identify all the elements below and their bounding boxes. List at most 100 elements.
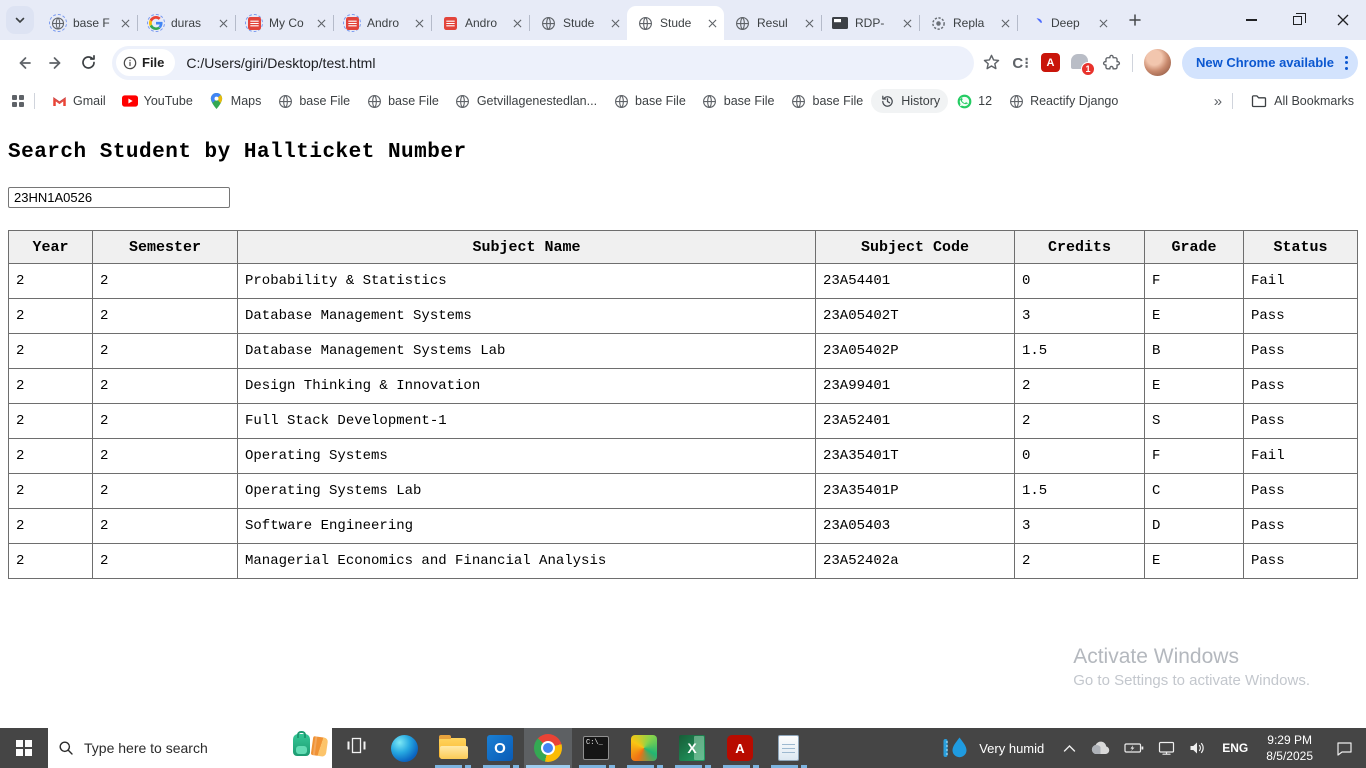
apps-grid-icon[interactable] — [12, 95, 24, 107]
bookmark-item-history[interactable]: History — [871, 89, 949, 113]
battery-icon[interactable] — [1117, 728, 1151, 768]
clock-date: 8/5/2025 — [1266, 749, 1313, 763]
address-bar[interactable]: File C:/Users/giri/Desktop/test.html — [112, 45, 975, 80]
minimize-button[interactable] — [1228, 0, 1274, 40]
tab-close-icon[interactable] — [801, 15, 817, 31]
chrome-update-button[interactable]: New Chrome available — [1182, 46, 1358, 79]
taskbar-chrome-button[interactable] — [524, 728, 572, 768]
system-tray — [1056, 728, 1213, 768]
taskbar-notepad-button[interactable] — [764, 728, 812, 768]
tab-0[interactable]: base F — [40, 6, 137, 40]
taskbar-file-explorer-button[interactable] — [428, 728, 476, 768]
tab-7[interactable]: Resul — [724, 6, 821, 40]
reload-button[interactable] — [72, 47, 104, 79]
tab-1[interactable]: duras — [138, 6, 235, 40]
close-button[interactable] — [1320, 0, 1366, 40]
volume-icon[interactable] — [1182, 728, 1213, 768]
language-indicator[interactable]: ENG — [1213, 741, 1257, 755]
restore-button[interactable] — [1274, 0, 1320, 40]
tab-close-icon[interactable] — [411, 15, 427, 31]
tab-close-icon[interactable] — [215, 15, 231, 31]
tab-9[interactable]: Repla — [920, 6, 1017, 40]
new-tab-button[interactable] — [1121, 6, 1149, 34]
extensions-puzzle-icon[interactable] — [1102, 53, 1121, 72]
notification-extension-icon[interactable]: 1 — [1071, 53, 1095, 76]
taskbar-outlook-button[interactable] — [476, 728, 524, 768]
menu-kebab-icon[interactable] — [1340, 55, 1353, 70]
taskbar-weather-button[interactable]: Very humid — [930, 728, 1056, 768]
taskbar-excel-button[interactable] — [668, 728, 716, 768]
tab-close-icon[interactable] — [899, 15, 915, 31]
forward-button[interactable] — [40, 47, 72, 79]
bookmark-item-base-file[interactable]: base File — [269, 89, 358, 113]
bookmark-item-12[interactable]: 12 — [948, 89, 1000, 113]
bookmark-item-reactify-django[interactable]: Reactify Django — [1000, 89, 1126, 113]
column-header: Credits — [1014, 230, 1145, 264]
taskbar-task-view-button[interactable] — [332, 728, 380, 768]
back-button[interactable] — [8, 47, 40, 79]
table-cell: Managerial Economics and Financial Analy… — [237, 543, 816, 579]
all-bookmarks-button[interactable]: All Bookmarks — [1241, 94, 1354, 108]
maps-icon — [209, 93, 225, 109]
bookmark-item-base-file[interactable]: base File — [694, 89, 783, 113]
taskbar-search-box[interactable]: Type here to search — [48, 728, 332, 768]
table-cell: 2 — [92, 543, 238, 579]
activate-windows-watermark: Activate Windows Go to Settings to activ… — [1073, 645, 1310, 689]
bookmark-label: Getvillagenestedlan... — [476, 94, 598, 108]
bookmark-item-youtube[interactable]: YouTube — [114, 89, 201, 113]
tab-5[interactable]: Stude — [530, 6, 627, 40]
network-icon[interactable] — [1151, 728, 1182, 768]
onedrive-icon[interactable] — [1083, 728, 1117, 768]
tab-close-icon[interactable] — [1095, 15, 1111, 31]
c-extension-icon[interactable]: C⁝ — [1012, 54, 1030, 72]
tab-8[interactable]: RDP- — [822, 6, 919, 40]
bookmark-label: base File — [635, 94, 686, 108]
taskbar-acrobat-button[interactable] — [716, 728, 764, 768]
rdp-favicon-icon — [831, 14, 849, 32]
plus-icon — [1129, 14, 1141, 26]
bookmark-star-icon[interactable] — [982, 53, 1001, 72]
bookmark-item-base-file[interactable]: base File — [358, 89, 447, 113]
chevron-up-icon[interactable] — [1056, 728, 1083, 768]
tab-6-active[interactable]: Stude — [627, 6, 724, 40]
taskbar-pycharm-button[interactable] — [620, 728, 668, 768]
bookmark-item-maps[interactable]: Maps — [201, 89, 270, 113]
chrome-update-label: New Chrome available — [1196, 55, 1334, 70]
tab-4[interactable]: Andro — [432, 6, 529, 40]
bookmark-item-base-file[interactable]: base File — [783, 89, 872, 113]
profile-avatar[interactable] — [1144, 49, 1171, 76]
acrobat-extension-icon[interactable]: A — [1041, 53, 1060, 72]
tab-close-icon[interactable] — [313, 15, 329, 31]
bookmark-item-getvillagenestedlan-[interactable]: Getvillagenestedlan... — [447, 89, 605, 113]
table-cell: Operating Systems Lab — [237, 473, 816, 509]
table-cell: 2 — [92, 368, 238, 404]
bookmark-label: base File — [812, 94, 864, 108]
action-center-button[interactable] — [1322, 728, 1366, 768]
bookmarks-overflow-chevron[interactable]: » — [1204, 93, 1232, 110]
tab-close-icon[interactable] — [997, 15, 1013, 31]
hallticket-search-input[interactable] — [8, 187, 230, 208]
table-cell: 2 — [8, 263, 93, 299]
tab-close-icon[interactable] — [704, 15, 720, 31]
excel-icon — [679, 735, 705, 761]
tab-10[interactable]: Deep — [1018, 6, 1115, 40]
tab-2[interactable]: My Co — [236, 6, 333, 40]
search-box-decoration — [293, 731, 329, 757]
taskbar-terminal-button[interactable] — [572, 728, 620, 768]
table-cell: 2 — [8, 508, 93, 544]
taskbar-clock[interactable]: 9:29 PM 8/5/2025 — [1257, 732, 1322, 764]
start-button[interactable] — [0, 728, 48, 768]
tab-3[interactable]: Andro — [334, 6, 431, 40]
book-icon — [310, 736, 329, 757]
history-icon — [879, 93, 895, 109]
tab-close-icon[interactable] — [607, 15, 623, 31]
taskbar-edge-button[interactable] — [380, 728, 428, 768]
tab-search-button[interactable] — [6, 6, 34, 34]
file-scheme-chip[interactable]: File — [116, 49, 176, 76]
bookmark-item-gmail[interactable]: Gmail — [43, 89, 114, 113]
bookmark-item-base-file[interactable]: base File — [605, 89, 694, 113]
tab-close-icon[interactable] — [117, 15, 133, 31]
tab-close-icon[interactable] — [509, 15, 525, 31]
page-title: Search Student by Hallticket Number — [8, 141, 467, 164]
table-cell: E — [1144, 543, 1244, 579]
